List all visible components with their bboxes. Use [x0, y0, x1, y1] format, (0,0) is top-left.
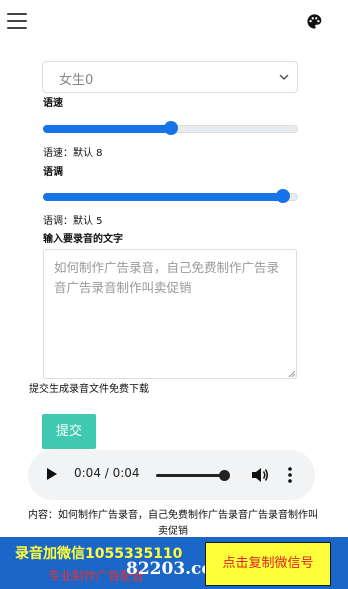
- speed-label: 语速: [43, 98, 63, 109]
- text-input[interactable]: 如何制作广告录音，自己免费制作广告录音广告录音制作叫卖促销: [43, 249, 297, 379]
- pitch-slider-thumb[interactable]: [276, 189, 290, 203]
- submit-hint: 提交生成录音文件免费下载: [29, 384, 149, 395]
- palette-icon[interactable]: [306, 13, 323, 30]
- text-input-label: 输入要录音的文字: [43, 234, 123, 245]
- submit-button[interactable]: 提交: [42, 414, 96, 449]
- copy-wechat-button[interactable]: 点击复制微信号: [205, 542, 331, 586]
- content-text: 内容：如何制作广告录音，自己免费制作广告录音广告录音制作叫卖促销: [28, 510, 318, 536]
- speed-slider-thumb[interactable]: [164, 121, 178, 135]
- player-progress[interactable]: [156, 470, 230, 481]
- resize-handle-icon[interactable]: [288, 370, 295, 377]
- pitch-slider[interactable]: [43, 188, 298, 204]
- more-vertical-icon[interactable]: [287, 466, 293, 484]
- speed-slider[interactable]: [43, 120, 298, 136]
- player-time: 0:04 / 0:04: [74, 466, 140, 480]
- hamburger-icon[interactable]: [7, 13, 27, 29]
- pitch-label: 语调: [43, 167, 63, 178]
- form-area: 女生0 语速 语速：默认 8 语调 语调：默认 5 输入要录音的文字 如何制作广…: [0, 42, 348, 536]
- player-progress-knob[interactable]: [219, 470, 230, 481]
- speed-slider-fill: [43, 125, 171, 133]
- volume-icon[interactable]: [251, 467, 269, 483]
- pitch-slider-fill: [43, 193, 283, 201]
- promo-banner: 录音加微信1055335110 专业制作广告配音 82203.com 点击复制微…: [0, 537, 348, 589]
- top-bar: [0, 0, 348, 42]
- pitch-status: 语调：默认 5: [43, 216, 103, 227]
- voice-select-value: 女生0: [59, 73, 94, 88]
- speed-status: 语速：默认 8: [43, 148, 103, 159]
- audio-player: 0:04 / 0:04: [28, 450, 315, 500]
- voice-select[interactable]: 女生0: [42, 61, 298, 93]
- text-input-placeholder: 如何制作广告录音，自己免费制作广告录音广告录音制作叫卖促销: [54, 260, 280, 295]
- chevron-down-icon: [279, 74, 289, 81]
- play-icon[interactable]: [46, 467, 58, 481]
